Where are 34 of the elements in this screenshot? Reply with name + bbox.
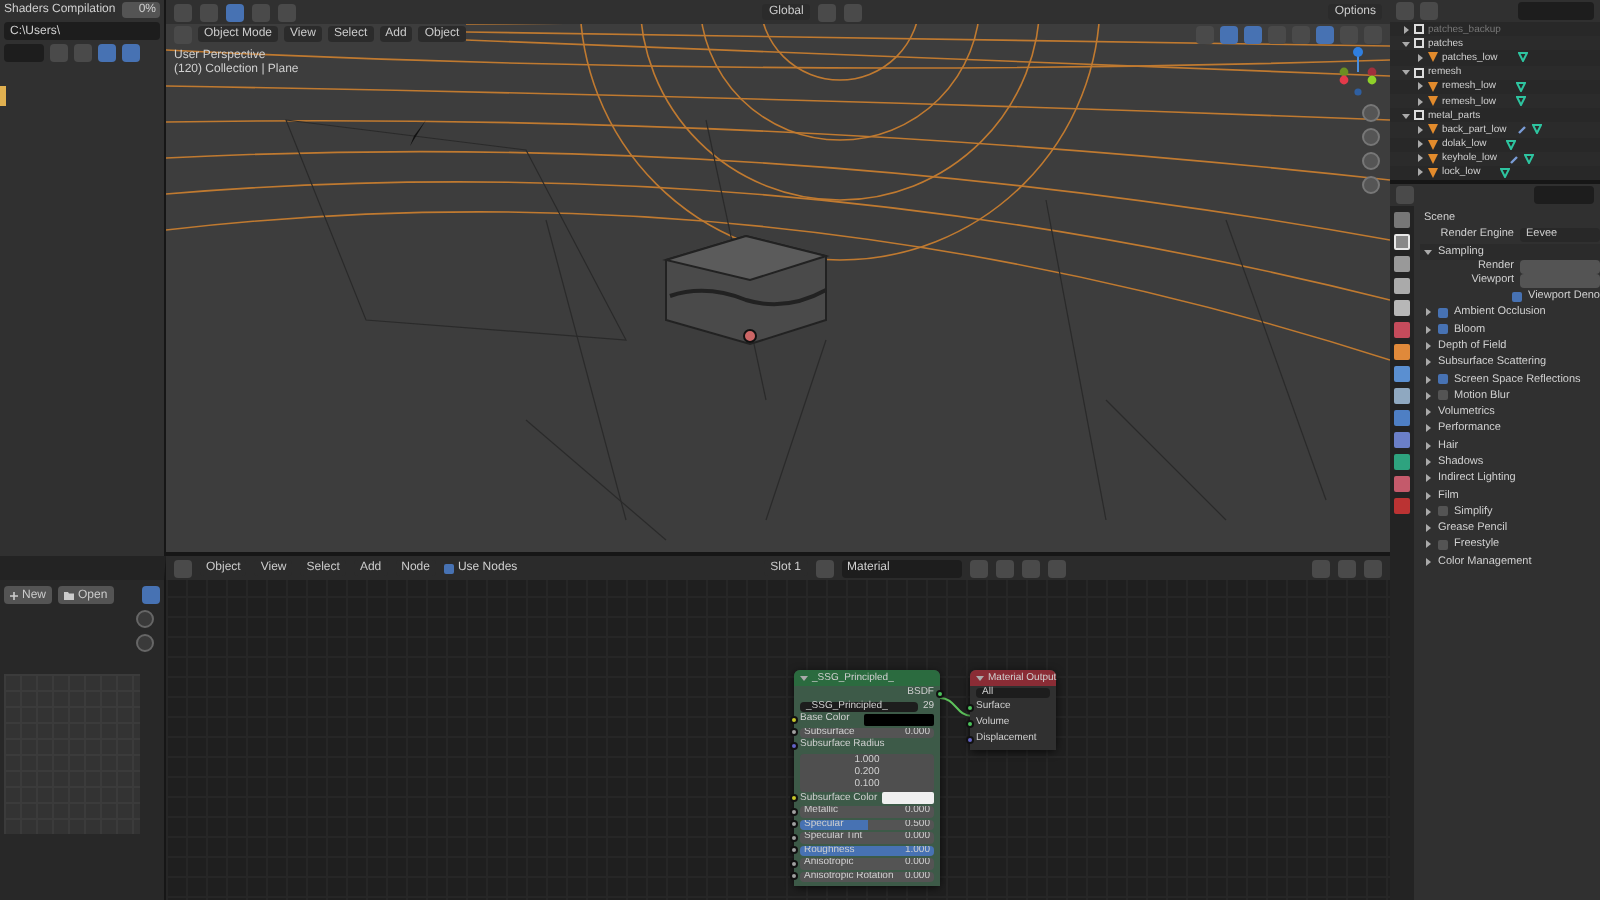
mesh-data-icon bbox=[1500, 167, 1511, 178]
collapse-triangle-icon[interactable] bbox=[976, 674, 984, 682]
folder-icon bbox=[64, 591, 75, 599]
origin-point-icon bbox=[743, 329, 757, 343]
mesh-object-icon bbox=[1428, 52, 1438, 63]
mesh-data-icon bbox=[1517, 52, 1528, 63]
highlight-marker bbox=[0, 86, 6, 106]
checkbox[interactable] bbox=[1438, 539, 1448, 550]
cone-icon bbox=[410, 120, 426, 146]
checkbox[interactable] bbox=[1438, 506, 1448, 517]
collapse-triangle-icon[interactable] bbox=[1402, 68, 1410, 77]
color-swatch[interactable] bbox=[864, 713, 934, 726]
mesh-data-icon bbox=[1532, 124, 1543, 135]
checkbox[interactable] bbox=[443, 563, 454, 573]
checkbox[interactable] bbox=[1438, 324, 1448, 335]
collapse-triangle-icon[interactable] bbox=[1424, 247, 1432, 256]
plus-icon bbox=[10, 591, 18, 599]
collapse-triangle-icon[interactable] bbox=[1402, 39, 1410, 48]
collapse-triangle-icon[interactable] bbox=[800, 674, 808, 682]
node-editor[interactable] bbox=[166, 556, 1390, 900]
collapse-triangle-icon[interactable] bbox=[1402, 111, 1410, 120]
checkbox[interactable] bbox=[1512, 291, 1523, 302]
checkbox[interactable] bbox=[1438, 390, 1448, 401]
output-socket-icon[interactable] bbox=[936, 689, 944, 698]
axis-gizmo-icon[interactable] bbox=[1334, 44, 1382, 96]
node-link bbox=[936, 696, 976, 720]
color-swatch[interactable] bbox=[881, 792, 934, 805]
checkbox[interactable] bbox=[1438, 307, 1448, 318]
checkbox[interactable] bbox=[1438, 374, 1448, 385]
search-field[interactable] bbox=[1534, 186, 1594, 204]
principled-node[interactable] bbox=[794, 670, 940, 886]
collection-icon bbox=[1414, 67, 1424, 78]
expand-triangle-icon[interactable] bbox=[1416, 53, 1424, 62]
collection-icon bbox=[1414, 110, 1424, 121]
